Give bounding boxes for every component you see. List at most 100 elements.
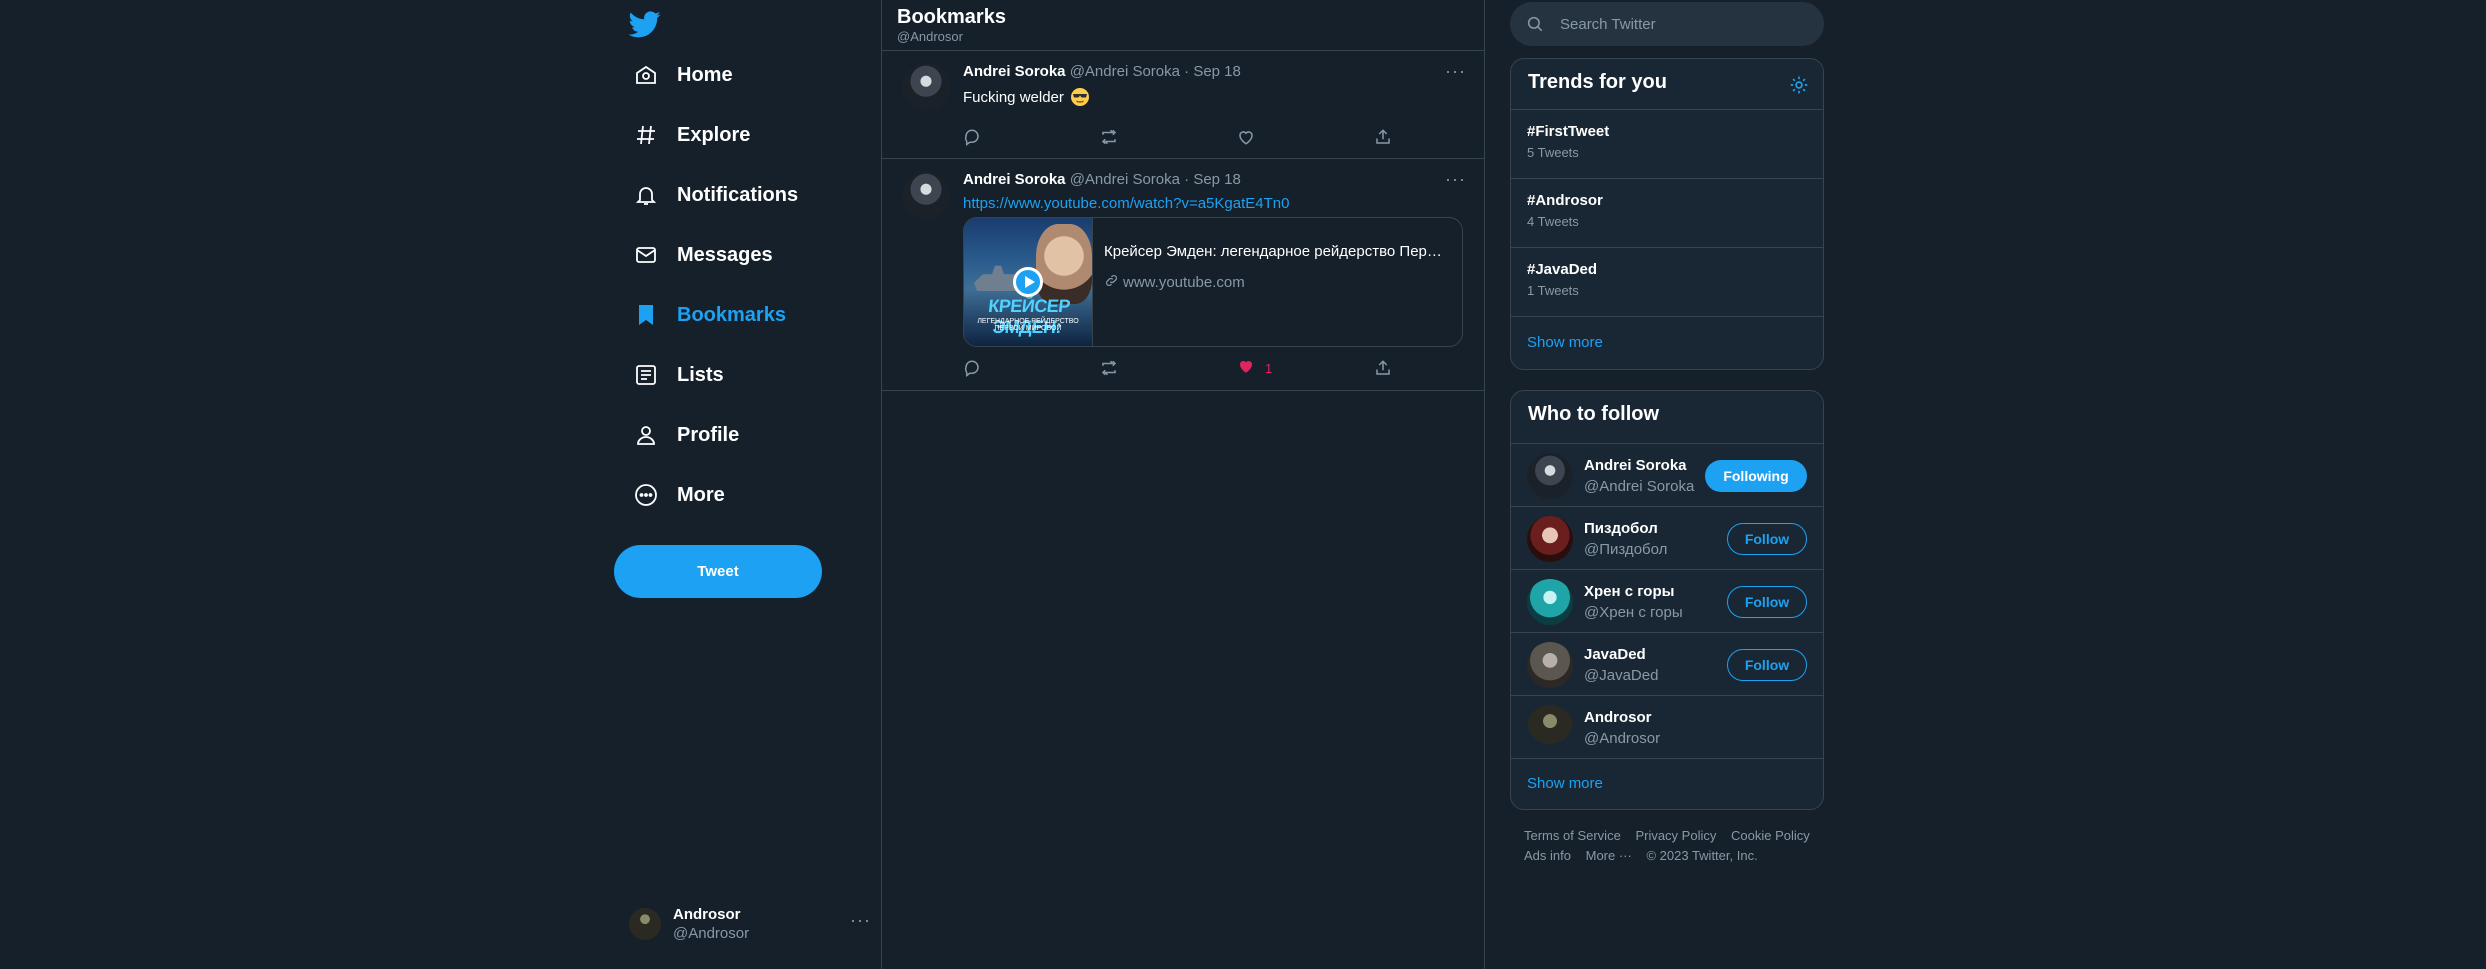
reply-icon[interactable] (963, 126, 981, 148)
avatar (1527, 516, 1573, 562)
follow-suggestion[interactable]: Пиздобол @Пиздобол Follow (1511, 507, 1823, 569)
nav-explore[interactable]: Explore (633, 115, 750, 155)
who-to-follow-title: Who to follow (1528, 403, 1660, 425)
nav-bookmarks-label: Bookmarks (677, 303, 786, 326)
nav-more[interactable]: More (633, 475, 725, 515)
list-icon (633, 362, 659, 388)
terms-link[interactable]: Terms of Service (1524, 828, 1621, 843)
copyright: © 2023 Twitter, Inc. (1646, 848, 1758, 863)
follow-suggestion[interactable]: Хрен с горы @Хрен с горы Follow (1511, 570, 1823, 632)
footer-more-link[interactable]: More ··· (1586, 848, 1632, 863)
reply-icon[interactable] (963, 357, 981, 379)
nav-bookmarks[interactable]: Bookmarks (633, 295, 786, 335)
trends-show-more-link[interactable]: Show more (1527, 334, 1603, 351)
tweet-meta: @Andrei Soroka · Sep 18 (1069, 171, 1241, 188)
follow-suggestion[interactable]: JavaDed @JavaDed Follow (1511, 633, 1823, 695)
thumbnail-subtitle: ЛЕГЕНДАРНОЕ РЕЙДЕРСТВО ПЕРВОЙ МИРОВОЙ (977, 318, 1079, 332)
follow-suggestion[interactable]: Andrei Soroka @Andrei Soroka Following (1511, 444, 1823, 506)
trends-panel: Trends for you #FirstTweet 5 Tweets #And… (1510, 58, 1824, 370)
nav-lists[interactable]: Lists (633, 355, 724, 395)
like-count: 1 (1265, 360, 1273, 376)
avatar (1527, 642, 1573, 688)
trend-name: #JavaDed (1527, 261, 1598, 278)
video-thumbnail: КРЕЙСЕР ЭМДЕН: ЛЕГЕНДАРНОЕ РЕЙДЕРСТВО ПЕ… (964, 218, 1093, 346)
divider (1511, 758, 1823, 759)
heart-filled-icon (1237, 357, 1255, 380)
thumbnail-face (1036, 224, 1092, 304)
person-icon (633, 422, 659, 448)
like-button[interactable]: 1 (1237, 357, 1272, 379)
divider (1511, 316, 1823, 317)
bell-icon (633, 182, 659, 208)
tweet-author-name[interactable]: Andrei Soroka (963, 63, 1066, 80)
tweet-author-name[interactable]: Andrei Soroka (963, 171, 1066, 188)
account-handle: @Androsor (673, 925, 750, 942)
follow-button[interactable]: Follow (1727, 586, 1807, 618)
more-dots-icon[interactable]: ··· (850, 910, 871, 931)
nav-home[interactable]: Home (633, 55, 733, 95)
search-box[interactable] (1510, 2, 1824, 46)
play-icon[interactable] (1013, 267, 1043, 297)
tweet[interactable]: Andrei Soroka @Andrei Soroka · Sep 18 ··… (882, 51, 1484, 159)
search-icon (1526, 15, 1544, 33)
more-dots-icon[interactable]: ··· (1445, 169, 1466, 190)
trends-title: Trends for you (1528, 71, 1667, 93)
account-switcher[interactable]: Androsor @Androsor ··· (629, 900, 879, 948)
tweet-link[interactable]: https://www.youtube.com/watch?v=a5KgatE4… (963, 195, 1289, 212)
trend-count: 5 Tweets (1527, 145, 1579, 160)
retweet-icon[interactable] (1100, 126, 1118, 148)
link-icon (1104, 273, 1119, 292)
tweet[interactable]: Andrei Soroka @Andrei Soroka · Sep 18 ··… (882, 159, 1484, 391)
nav-lists-label: Lists (677, 363, 724, 386)
suggestion-name: Хрен с горы (1584, 583, 1675, 600)
follow-button[interactable]: Follow (1727, 523, 1807, 555)
following-button[interactable]: Following (1705, 460, 1807, 492)
nav-messages[interactable]: Messages (633, 235, 773, 275)
tweet-actions (963, 126, 1393, 148)
nav-notifications-label: Notifications (677, 183, 799, 206)
home-icon (633, 62, 659, 88)
gear-icon[interactable] (1789, 75, 1809, 95)
avatar[interactable] (902, 171, 950, 219)
suggestion-handle: @Хрен с горы (1584, 604, 1683, 621)
avatar (629, 908, 661, 940)
bookmark-icon (633, 302, 659, 328)
hashtag-icon (633, 122, 659, 148)
search-input[interactable] (1558, 14, 1802, 34)
privacy-link[interactable]: Privacy Policy (1635, 828, 1716, 843)
trend-item[interactable]: #FirstTweet 5 Tweets (1511, 110, 1823, 178)
envelope-icon (633, 242, 659, 268)
nav-home-label: Home (677, 63, 733, 86)
who-to-follow-show-more-link[interactable]: Show more (1527, 775, 1603, 792)
nav-messages-label: Messages (677, 243, 773, 266)
trend-item[interactable]: #JavaDed 1 Tweets (1511, 248, 1823, 316)
like-icon[interactable] (1237, 126, 1255, 148)
avatar (1527, 453, 1573, 499)
footer-links: Terms of Service Privacy Policy Cookie P… (1524, 826, 1824, 866)
sunglasses-emoji-icon (1070, 87, 1090, 107)
suggestion-handle: @JavaDed (1584, 667, 1659, 684)
main-timeline: Bookmarks @Androsor Andrei Soroka @Andre… (882, 0, 1484, 969)
nav-profile[interactable]: Profile (633, 415, 739, 455)
link-preview-card[interactable]: КРЕЙСЕР ЭМДЕН: ЛЕГЕНДАРНОЕ РЕЙДЕРСТВО ПЕ… (963, 217, 1463, 347)
follow-suggestion[interactable]: Androsor @Androsor (1511, 696, 1823, 758)
suggestion-name: Androsor (1584, 709, 1652, 726)
nav-notifications[interactable]: Notifications (633, 175, 798, 215)
more-dots-icon[interactable]: ··· (1445, 61, 1466, 82)
avatar[interactable] (902, 63, 950, 111)
ads-info-link[interactable]: Ads info (1524, 848, 1571, 863)
twitter-logo-icon[interactable] (628, 8, 661, 40)
suggestion-handle: @Androsor (1584, 730, 1661, 747)
page-subtitle: @Androsor (897, 29, 963, 44)
retweet-icon[interactable] (1100, 357, 1118, 379)
share-icon[interactable] (1374, 357, 1392, 379)
cookie-link[interactable]: Cookie Policy (1731, 828, 1810, 843)
who-to-follow-panel: Who to follow Andrei Soroka @Andrei Soro… (1510, 390, 1824, 810)
trend-name: #FirstTweet (1527, 123, 1610, 140)
follow-button[interactable]: Follow (1727, 649, 1807, 681)
share-icon[interactable] (1374, 126, 1392, 148)
tweet-button[interactable]: Tweet (614, 545, 822, 598)
right-sidebar: Trends for you #FirstTweet 5 Tweets #And… (1510, 0, 1824, 969)
trend-item[interactable]: #Androsor 4 Tweets (1511, 179, 1823, 247)
account-name: Androsor (673, 906, 741, 923)
